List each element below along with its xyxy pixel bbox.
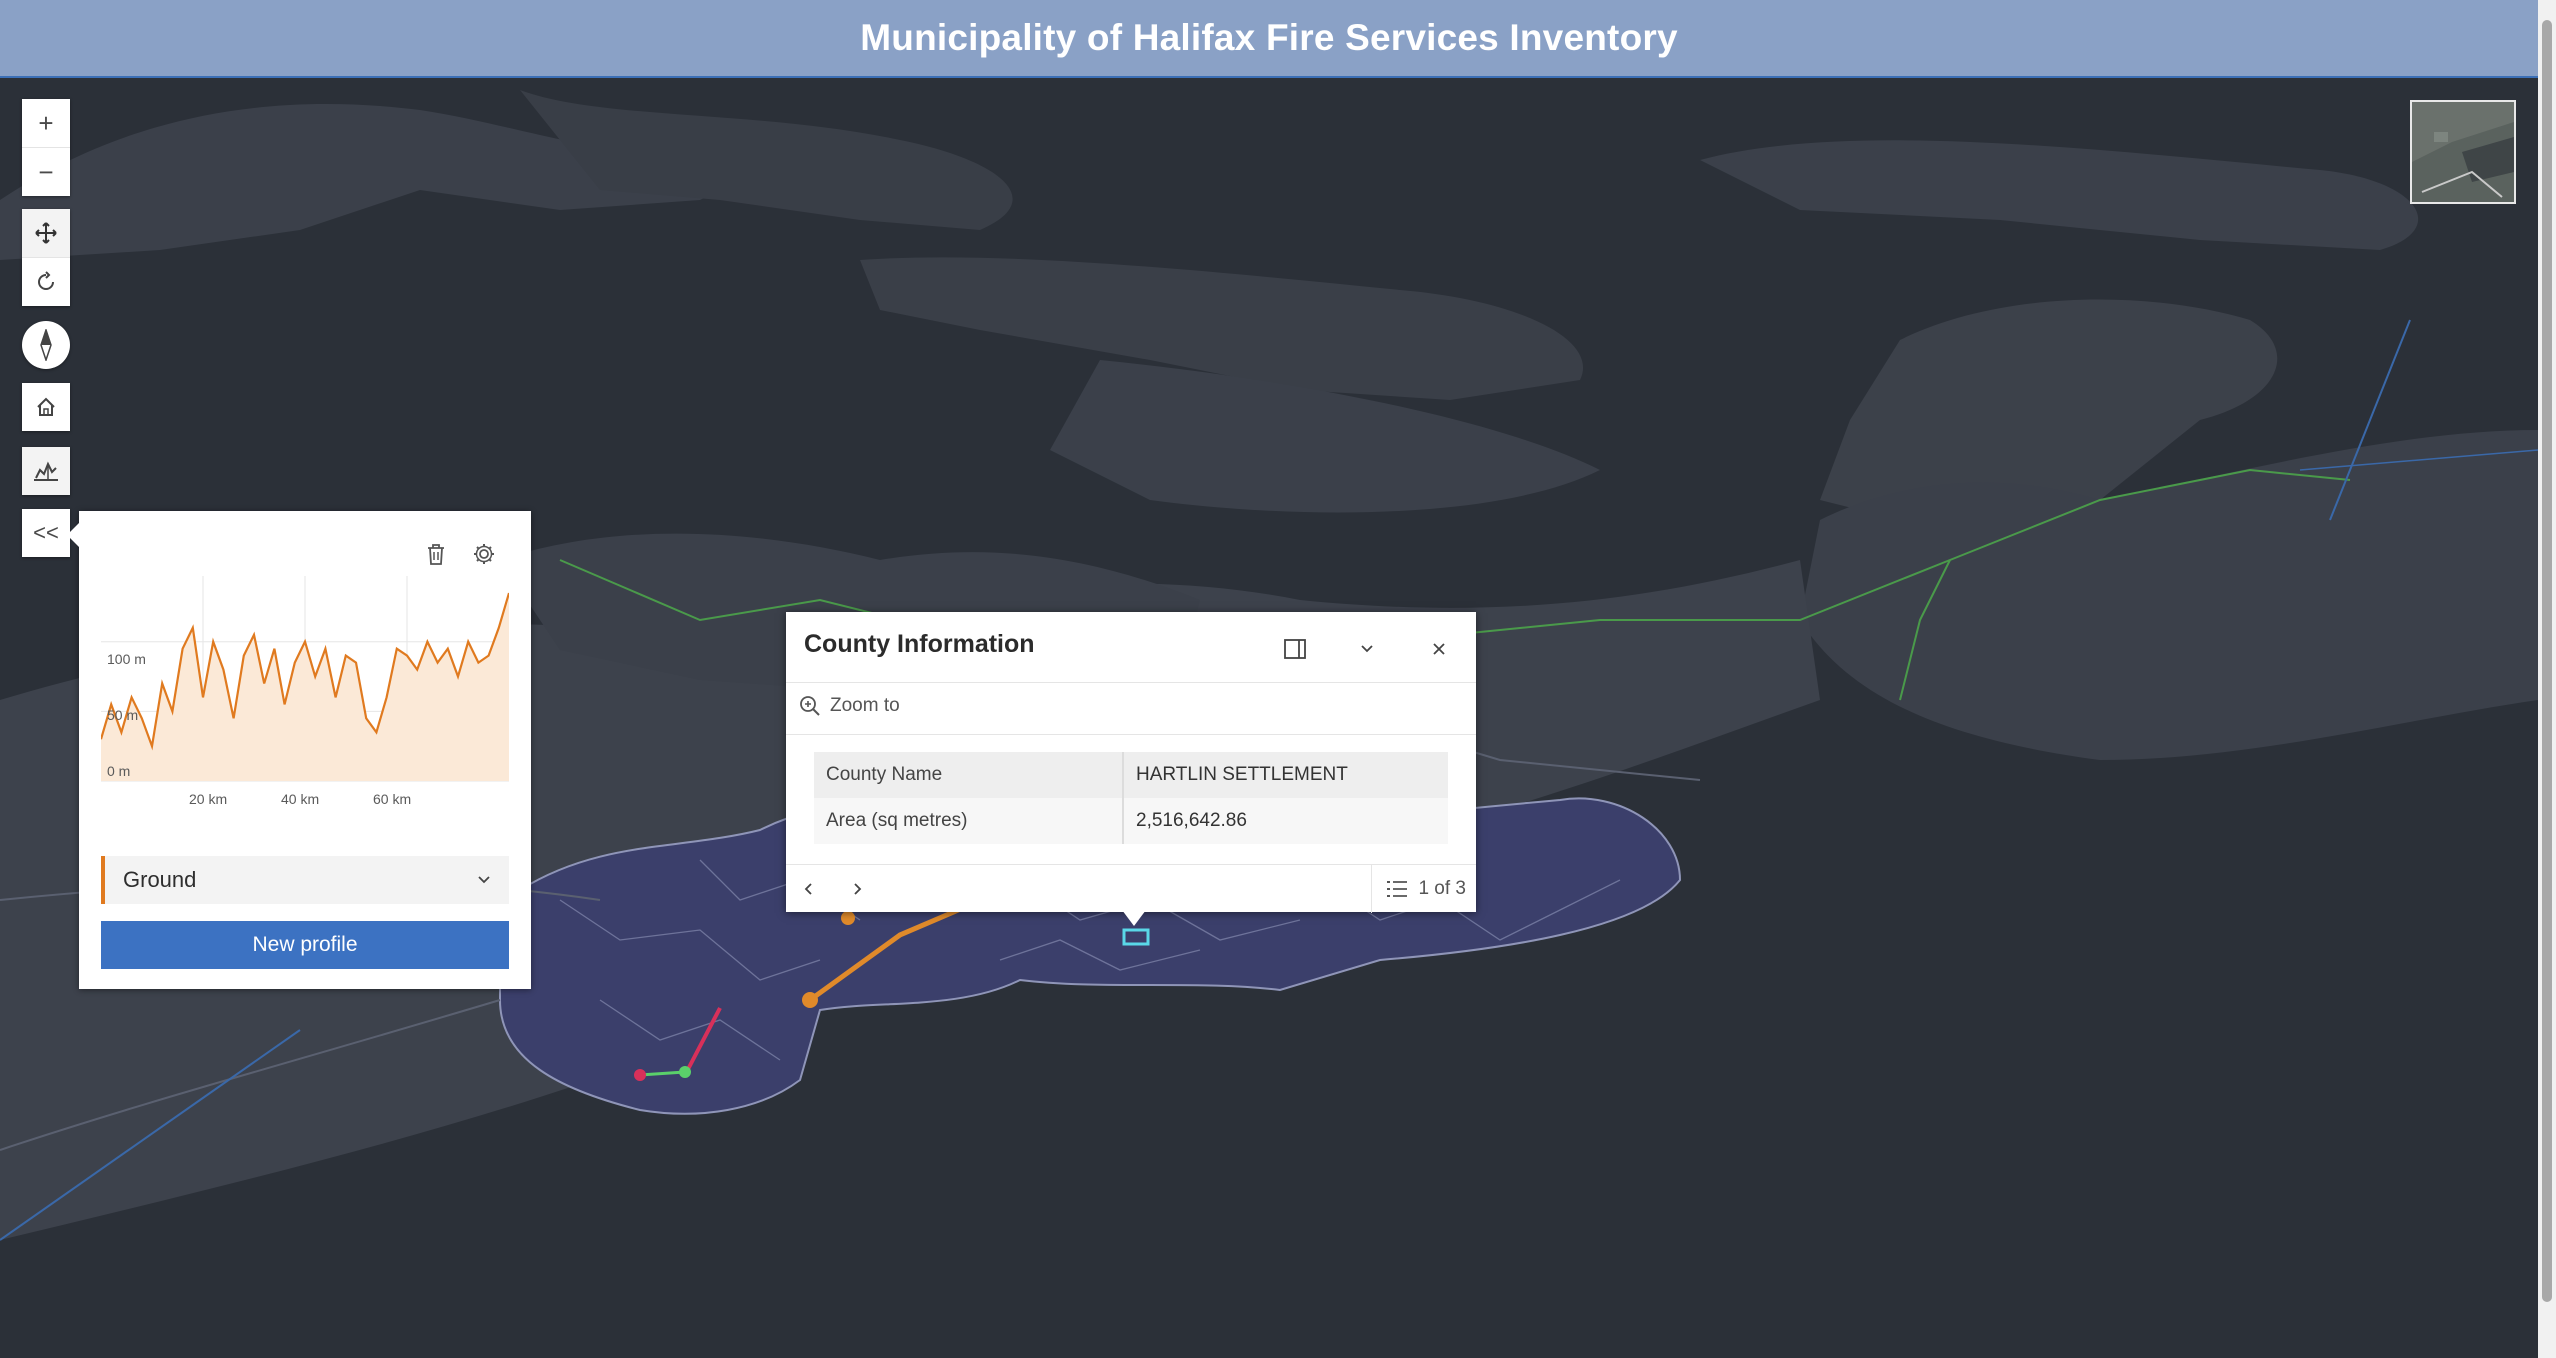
collapse-popup-button[interactable] (1350, 632, 1384, 666)
close-popup-button[interactable] (1422, 632, 1456, 666)
app-header: Municipality of Halifax Fire Services In… (0, 0, 2538, 78)
divider (786, 734, 1476, 735)
profile-settings-button[interactable] (469, 539, 499, 569)
divider (786, 682, 1476, 683)
x-tick-label: 40 km (281, 791, 319, 807)
zoom-in-icon (800, 696, 820, 716)
dock-button[interactable] (1278, 632, 1312, 666)
previous-feature-button[interactable] (786, 865, 832, 913)
elevation-chart-svg: 100 m 50 m 0 m 20 km 40 km 60 km (99, 576, 511, 807)
popup-pointer (1122, 910, 1146, 926)
collapse-button[interactable]: << (22, 509, 70, 557)
pagination-label: 1 of 3 (1418, 878, 1466, 899)
collapse-control: << (22, 509, 70, 557)
home-button[interactable] (22, 383, 70, 431)
delete-profile-button[interactable] (421, 539, 451, 569)
popup-footer: 1 of 3 (786, 864, 1476, 913)
overview-map-image (2412, 102, 2514, 202)
compass-icon (40, 329, 52, 361)
app-title: Municipality of Halifax Fire Services In… (860, 17, 1678, 58)
home-icon (37, 397, 55, 416)
x-tick-label: 60 km (373, 791, 411, 807)
county-info-popup: County Information Zoom to County Name H… (786, 612, 1476, 926)
elevation-profile-button[interactable] (22, 447, 70, 495)
new-profile-button[interactable]: New profile (101, 921, 509, 969)
page-scrollbar[interactable] (2538, 0, 2556, 1358)
compass-button[interactable] (22, 321, 70, 369)
zoom-controls: + − (22, 99, 70, 196)
y-tick-label: 100 m (107, 651, 146, 667)
attribute-value: 2,516,642.86 (1123, 798, 1448, 844)
attribute-table: County Name HARTLIN SETTLEMENT Area (sq … (814, 752, 1448, 844)
elevation-profile-icon (34, 461, 58, 481)
pan-icon (35, 222, 57, 244)
feature-list-button[interactable]: 1 of 3 (1371, 865, 1466, 913)
panel-caret (67, 523, 79, 547)
chevron-down-icon (1361, 645, 1373, 653)
rotate-icon (38, 271, 54, 290)
close-icon (1433, 643, 1445, 655)
pan-button[interactable] (22, 209, 70, 257)
profile-type-value: Ground (123, 867, 197, 892)
chevron-down-icon (478, 876, 490, 884)
popup-title: County Information (804, 630, 1035, 658)
y-tick-label: 0 m (107, 763, 130, 779)
x-tick-label: 20 km (189, 791, 227, 807)
zoom-out-button[interactable]: − (22, 147, 70, 196)
elevation-profile-panel: 100 m 50 m 0 m 20 km 40 km 60 km Ground … (67, 511, 531, 989)
chevron-right-icon (854, 883, 862, 895)
table-row: Area (sq metres) 2,516,642.86 (814, 798, 1448, 844)
home-control (22, 383, 70, 431)
next-feature-button[interactable] (834, 865, 880, 913)
chevron-left-icon (804, 883, 812, 895)
scrollbar-thumb[interactable] (2542, 20, 2552, 1302)
attribute-key: Area (sq metres) (814, 798, 1124, 844)
profile-type-select[interactable]: Ground (101, 856, 509, 904)
list-icon (1387, 881, 1408, 897)
elevation-chart: 100 m 50 m 0 m 20 km 40 km 60 km (99, 576, 511, 808)
zoom-to-action[interactable]: Zoom to (798, 694, 900, 718)
navigation-controls (22, 209, 70, 306)
y-tick-label: 50 m (107, 707, 138, 723)
gear-icon (474, 544, 494, 564)
overview-map[interactable] (2410, 100, 2516, 204)
rotate-button[interactable] (22, 257, 70, 306)
trash-icon (428, 544, 444, 565)
table-row: County Name HARTLIN SETTLEMENT (814, 752, 1448, 798)
attribute-value: HARTLIN SETTLEMENT (1123, 752, 1448, 798)
elevation-profile-control (22, 447, 70, 495)
attribute-key: County Name (814, 752, 1124, 798)
zoom-to-label: Zoom to (830, 695, 900, 716)
zoom-in-button[interactable]: + (22, 99, 70, 147)
dock-icon (1284, 639, 1306, 659)
